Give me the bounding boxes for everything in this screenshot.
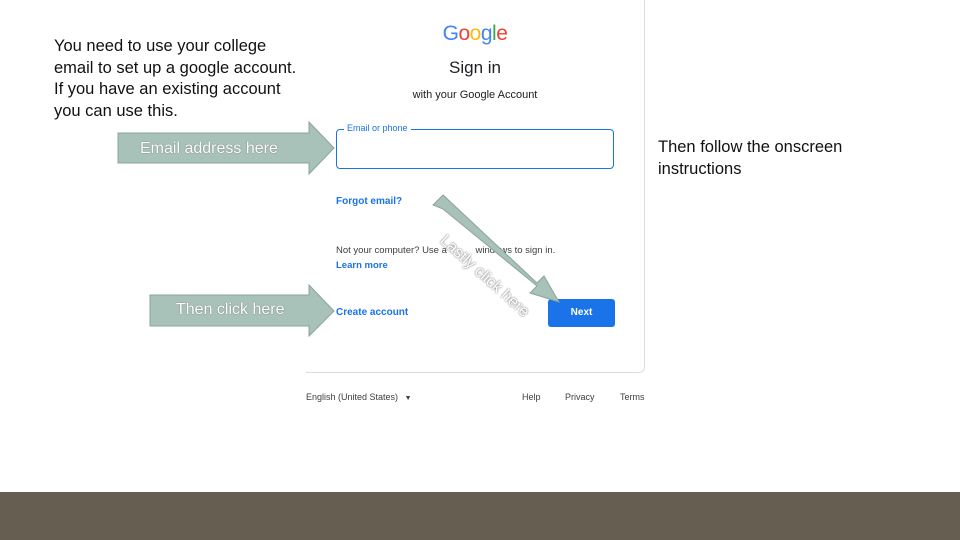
email-arrow-label: Email address here — [140, 140, 278, 157]
create-arrow-label: Then click here — [176, 301, 285, 318]
slide-footer-bar — [0, 492, 960, 540]
